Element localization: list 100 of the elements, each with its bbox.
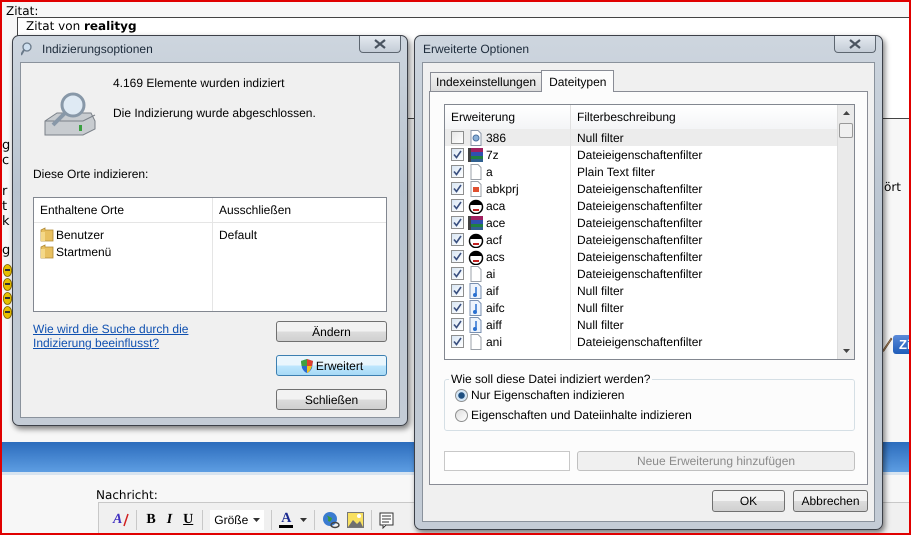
file-type-row[interactable]: aca Dateieigenschaftenfilter bbox=[445, 197, 837, 214]
help-link[interactable]: Wie wird die Suche durch die Indizierung beeinflusst? bbox=[33, 322, 243, 410]
filter-name: Dateieigenschaftenfilter bbox=[576, 266, 702, 280]
message-label: Nachricht: bbox=[96, 488, 158, 502]
scrollbar[interactable] bbox=[837, 105, 854, 359]
checkbox[interactable] bbox=[451, 182, 464, 195]
file-type-row[interactable]: aifc Null filter bbox=[445, 299, 837, 316]
extension-name: ai bbox=[486, 266, 496, 280]
extension-input-field[interactable] bbox=[444, 451, 570, 471]
dialog-button[interactable]: Schließen bbox=[276, 389, 387, 410]
close-icon bbox=[374, 39, 386, 49]
document-picture-icon bbox=[468, 180, 484, 196]
dialog-button[interactable]: Abbrechen bbox=[793, 490, 868, 512]
scroll-thumb[interactable] bbox=[839, 123, 853, 138]
checkbox[interactable] bbox=[451, 318, 464, 331]
filter-name: Null filter bbox=[576, 300, 624, 314]
radio-button[interactable] bbox=[455, 388, 468, 402]
extension-name: aif bbox=[486, 284, 499, 298]
smiley-icon bbox=[3, 278, 12, 291]
radio-label[interactable]: Eigenschaften und Dateiinhalte indizieren bbox=[471, 408, 692, 422]
size-select[interactable]: Größe bbox=[210, 510, 264, 530]
text-color-button[interactable]: A bbox=[279, 512, 294, 528]
document-icon bbox=[468, 266, 484, 282]
smiley-icon bbox=[3, 264, 12, 277]
caret-icon bbox=[300, 518, 308, 522]
text-fragment: g bbox=[2, 243, 10, 258]
checkbox[interactable] bbox=[451, 335, 464, 348]
checkbox[interactable] bbox=[451, 267, 464, 280]
extension-name: acf bbox=[486, 232, 502, 246]
drive-magnifier-icon bbox=[43, 91, 97, 137]
window-title: Indizierungsoptionen bbox=[42, 42, 153, 56]
window-title: Erweiterte Optionen bbox=[423, 42, 530, 56]
document-note-icon bbox=[468, 282, 484, 298]
file-type-row[interactable]: acf Dateieigenschaftenfilter bbox=[445, 231, 837, 248]
location-name[interactable]: Startmenü bbox=[56, 244, 112, 258]
file-type-row[interactable]: acs Dateieigenschaftenfilter bbox=[445, 248, 837, 265]
checkbox[interactable] bbox=[451, 165, 464, 178]
column-header[interactable]: Enthaltene Orte bbox=[34, 198, 213, 222]
filter-name: Dateieigenschaftenfilter bbox=[576, 250, 702, 264]
text-fragment: ört bbox=[884, 180, 901, 194]
scroll-down-icon[interactable] bbox=[842, 349, 850, 353]
extension-name: aiff bbox=[486, 318, 502, 332]
image-icon[interactable] bbox=[347, 512, 364, 528]
checkbox[interactable] bbox=[451, 250, 464, 263]
column-header[interactable]: Ausschließen bbox=[213, 198, 386, 222]
extension-name: acs bbox=[486, 250, 505, 264]
book-stack-icon bbox=[468, 146, 484, 162]
extension-name: abkprj bbox=[486, 182, 519, 196]
file-type-row[interactable]: abkprj Dateieigenschaftenfilter bbox=[445, 180, 837, 197]
cartoon-head-icon bbox=[468, 232, 484, 248]
close-button[interactable] bbox=[834, 36, 876, 53]
checkbox[interactable] bbox=[451, 148, 464, 161]
location-name[interactable]: Benutzer bbox=[56, 228, 104, 242]
text-fragment: c bbox=[2, 153, 10, 168]
dialog-button[interactable]: Erweitert bbox=[276, 355, 387, 376]
checkbox[interactable] bbox=[451, 216, 464, 229]
checkbox[interactable] bbox=[451, 284, 464, 297]
close-icon bbox=[849, 39, 861, 49]
checkbox[interactable] bbox=[451, 301, 464, 314]
format-button[interactable]: B bbox=[144, 512, 158, 528]
checkbox[interactable] bbox=[451, 233, 464, 246]
format-button[interactable]: I bbox=[164, 512, 174, 528]
filter-name: Null filter bbox=[576, 284, 624, 298]
dialog-button[interactable]: Ändern bbox=[276, 321, 387, 342]
tab[interactable]: Indexeinstellungen bbox=[430, 72, 542, 91]
dialog-button[interactable]: OK bbox=[712, 490, 785, 512]
file-type-row[interactable]: aiff Null filter bbox=[445, 316, 837, 333]
pen-icon bbox=[881, 336, 893, 352]
file-type-row[interactable]: ani Dateieigenschaftenfilter bbox=[445, 333, 837, 350]
filter-name: Dateieigenschaftenfilter bbox=[576, 334, 702, 348]
checkbox[interactable] bbox=[451, 199, 464, 212]
close-button[interactable] bbox=[359, 36, 401, 53]
locations-label: Diese Orte indizieren: bbox=[33, 167, 148, 181]
radio-label[interactable]: Nur Eigenschaften indizieren bbox=[471, 388, 624, 402]
document-note-icon bbox=[468, 316, 484, 332]
shield-icon bbox=[300, 358, 314, 374]
book-stack-icon bbox=[468, 214, 484, 230]
file-type-row[interactable]: 386 Null filter bbox=[445, 129, 837, 146]
filter-name: Null filter bbox=[576, 318, 624, 332]
file-type-row[interactable]: ace Dateieigenschaftenfilter bbox=[445, 214, 837, 231]
tab[interactable]: Dateitypen bbox=[541, 70, 614, 92]
format-button[interactable]: U bbox=[181, 512, 196, 528]
status-count: 4.169 Elemente wurden indiziert bbox=[113, 75, 284, 91]
document-note-icon bbox=[468, 300, 484, 316]
file-type-row[interactable]: 7z Dateieigenschaftenfilter bbox=[445, 146, 837, 163]
extension-name: ace bbox=[486, 216, 506, 230]
speech-bubble-icon[interactable] bbox=[379, 512, 394, 528]
extension-name: 386 bbox=[486, 130, 506, 144]
file-type-row[interactable]: ai Dateieigenschaftenfilter bbox=[445, 265, 837, 282]
radio-button[interactable] bbox=[455, 408, 468, 422]
scroll-up-icon[interactable] bbox=[842, 111, 850, 115]
text-fragment: k bbox=[2, 214, 10, 229]
globe-link-icon[interactable] bbox=[322, 511, 340, 529]
column-header[interactable]: Filterbeschreibung bbox=[571, 105, 837, 129]
file-type-row[interactable]: aif Null filter bbox=[445, 282, 837, 299]
checkbox[interactable] bbox=[451, 131, 464, 144]
clear-format-button[interactable]: A bbox=[111, 512, 124, 528]
filter-name: Dateieigenschaftenfilter bbox=[576, 216, 702, 230]
file-type-row[interactable]: a Plain Text filter bbox=[445, 163, 837, 180]
quote-author: Zitat von realityg bbox=[26, 19, 137, 33]
